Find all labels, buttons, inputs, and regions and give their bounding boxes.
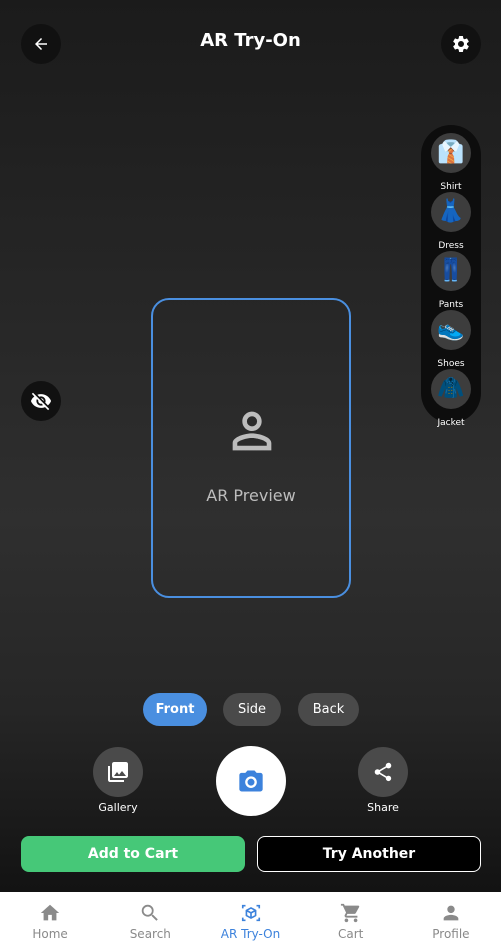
ar-preview-frame[interactable]: AR Preview [151, 298, 351, 598]
garment-label: Shoes [437, 359, 465, 369]
shoes-icon: 👟 [431, 310, 471, 350]
garment-pants[interactable]: 👖 Pants [421, 251, 481, 310]
garment-dress[interactable]: 👗 Dress [421, 192, 481, 251]
garment-label: Shirt [440, 182, 462, 192]
garment-picker: 👔 Shirt 👗 Dress 👖 Pants 👟 Shoes 🧥 Jacket [421, 125, 481, 428]
page-title: AR Try-On [200, 30, 301, 51]
garment-jacket[interactable]: 🧥 Jacket [421, 369, 481, 428]
gallery-icon [108, 762, 128, 782]
ar-try-on-screen: AR Try-On 👔 Shirt 👗 Dress 👖 Pants 👟 Shoe… [0, 0, 501, 892]
garment-label: Jacket [437, 418, 465, 428]
toggle-visibility-button[interactable] [21, 381, 61, 421]
pants-icon: 👖 [431, 251, 471, 291]
garment-label: Dress [438, 241, 464, 251]
view-side-button[interactable]: Side [223, 693, 281, 726]
gear-icon [453, 35, 469, 52]
dress-icon: 👗 [431, 192, 471, 232]
nav-label: Profile [432, 927, 470, 941]
nav-ar-try-on[interactable]: AR Try-On [200, 892, 300, 946]
view-front-button[interactable]: Front [143, 693, 207, 726]
try-another-button[interactable]: Try Another [257, 836, 481, 872]
view-back-button[interactable]: Back [298, 693, 359, 726]
share-icon [374, 762, 392, 782]
capture-button[interactable] [216, 746, 286, 816]
jacket-icon: 🧥 [431, 369, 471, 409]
garment-shirt[interactable]: 👔 Shirt [421, 133, 481, 192]
person-icon [232, 411, 272, 451]
nav-label: Search [129, 927, 171, 941]
nav-profile[interactable]: Profile [401, 892, 501, 946]
preview-label: AR Preview [206, 486, 296, 505]
home-icon [40, 904, 60, 921]
ar-icon [241, 904, 260, 922]
cart-icon [340, 903, 359, 923]
nav-label: Home [32, 927, 68, 941]
gallery-label: Gallery [98, 801, 138, 814]
garment-label: Pants [438, 300, 464, 310]
nav-home[interactable]: Home [0, 892, 100, 946]
eye-off-icon [30, 392, 52, 411]
garment-shoes[interactable]: 👟 Shoes [421, 310, 481, 369]
share-button[interactable] [358, 747, 408, 797]
camera-icon [239, 770, 263, 792]
shirt-icon: 👔 [431, 133, 471, 173]
add-to-cart-button[interactable]: Add to Cart [21, 836, 245, 872]
nav-search[interactable]: Search [100, 892, 200, 946]
settings-button[interactable] [441, 24, 481, 64]
share-label: Share [367, 801, 399, 814]
search-icon [142, 904, 159, 921]
nav-label: Cart [338, 927, 364, 941]
profile-icon [443, 905, 459, 921]
gallery-button[interactable] [93, 747, 143, 797]
nav-cart[interactable]: Cart [301, 892, 401, 946]
nav-label: AR Try-On [220, 927, 281, 941]
bottom-navigation: Home Search AR Try-On Cart Profile [0, 892, 501, 946]
